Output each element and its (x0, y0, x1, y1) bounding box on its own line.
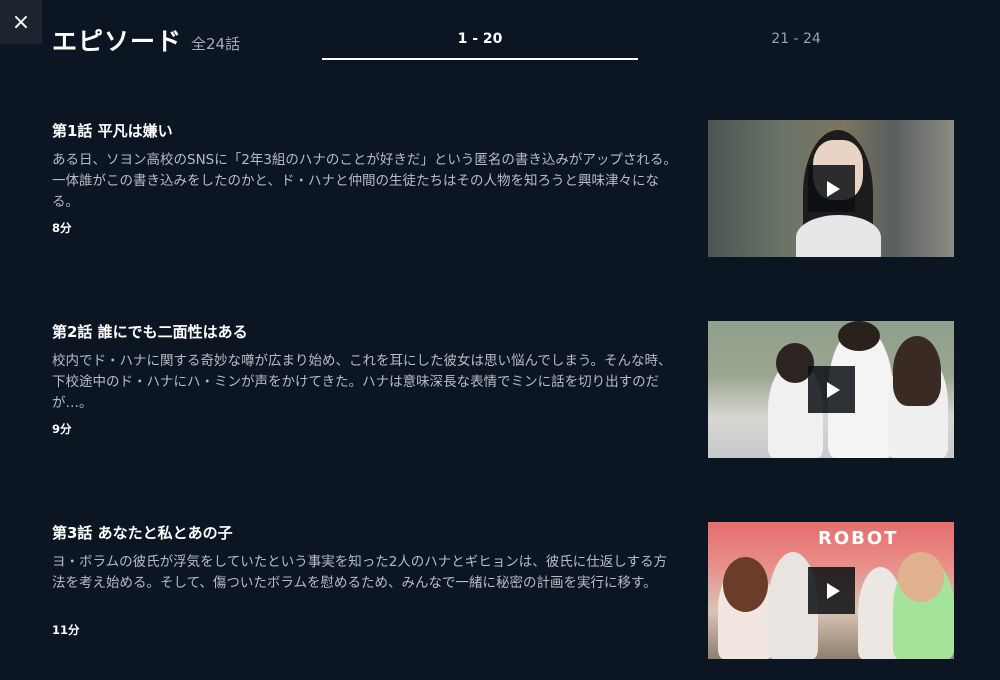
episode-thumbnail[interactable] (708, 321, 954, 458)
episode-title[interactable]: 第2話 誰にでも二面性はある (52, 321, 248, 342)
episode-item-2: 第2話 誰にでも二面性はある 校内でド・ハナに関する奇妙な噂が広まり始め、これを… (0, 321, 1000, 461)
episode-title[interactable]: 第1話 平凡は嫌い (52, 120, 173, 141)
play-button[interactable] (808, 567, 855, 614)
episode-range-tabs: 1 - 20 21 - 24 (322, 24, 960, 60)
play-button[interactable] (808, 366, 855, 413)
play-icon (826, 381, 840, 398)
episode-thumbnail[interactable]: ROBOT (708, 522, 954, 659)
episode-item-3: 第3話 あなたと私とあの子 ヨ・ボラムの彼氏が浮気をしていたという事実を知った2… (0, 522, 1000, 662)
episode-description: ある日、ソヨン高校のSNSに「2年3組のハナのことが好きだ」という匿名の書き込み… (52, 152, 677, 210)
episode-thumbnail[interactable] (708, 120, 954, 257)
page-title: エピソード (52, 27, 183, 56)
tab-1-20[interactable]: 1 - 20 (322, 24, 638, 60)
play-button[interactable] (808, 165, 855, 212)
episode-duration: 9分 (52, 422, 72, 436)
episode-description: 校内でド・ハナに関する奇妙な噂が広まり始め、これを耳にした彼女は思い悩んでしまう… (52, 353, 672, 411)
episode-count: 全24話 (191, 35, 241, 53)
episode-item-1: 第1話 平凡は嫌い ある日、ソヨン高校のSNSに「2年3組のハナのことが好きだ」… (0, 120, 1000, 260)
close-icon: × (11, 9, 31, 35)
episode-description: ヨ・ボラムの彼氏が浮気をしていたという事実を知った2人のハナとギヒョンは、彼氏に… (52, 554, 668, 591)
close-button[interactable]: × (0, 0, 42, 44)
episode-duration: 8分 (52, 221, 72, 235)
play-icon (826, 180, 840, 197)
episode-duration: 11分 (52, 623, 80, 637)
tab-21-24[interactable]: 21 - 24 (638, 24, 954, 60)
thumbnail-sign-text: ROBOT (818, 528, 899, 549)
episode-title[interactable]: 第3話 あなたと私とあの子 (52, 522, 233, 543)
play-icon (826, 582, 840, 599)
